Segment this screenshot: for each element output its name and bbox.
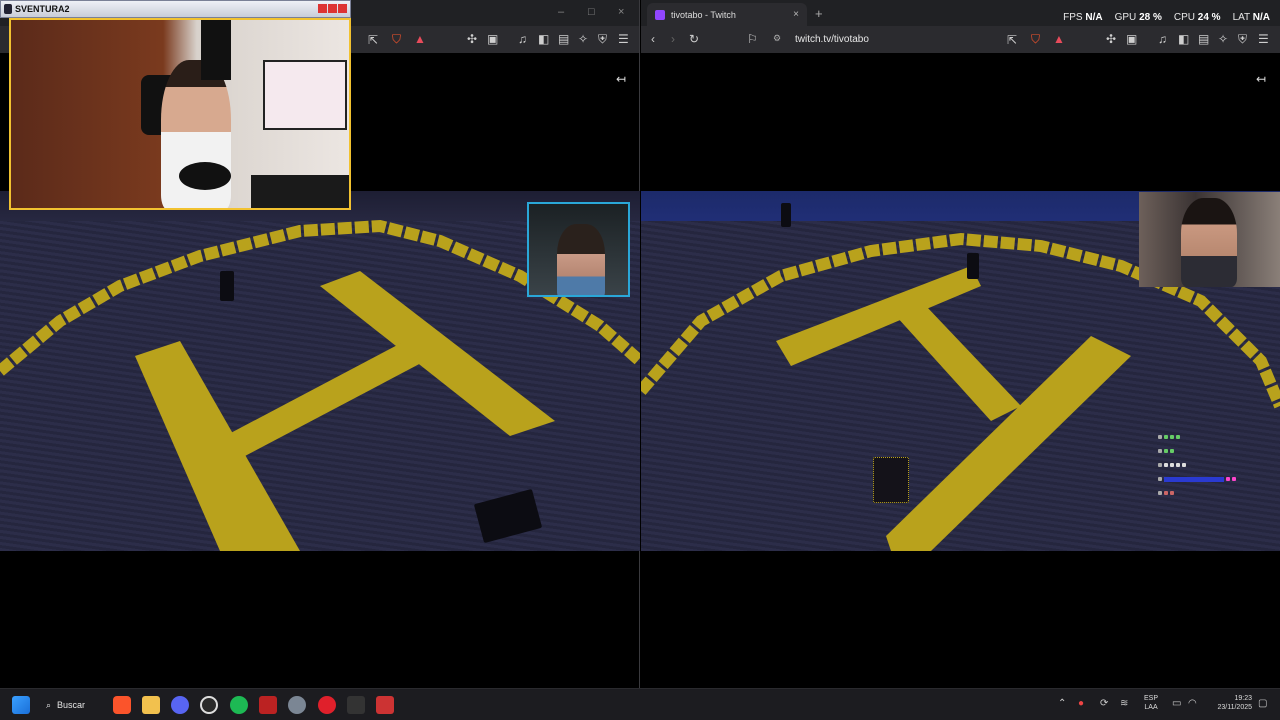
new-tab-button[interactable]: +: [815, 6, 823, 21]
reload-icon[interactable]: ↻: [689, 33, 699, 45]
chat-line: [1158, 488, 1268, 498]
chevron-up-icon[interactable]: ⌃: [1058, 698, 1066, 709]
window-controls: [318, 4, 347, 13]
tray-app-icon[interactable]: ●: [1078, 698, 1084, 709]
chat-line: [1158, 432, 1268, 442]
date: 23/11/2025: [1217, 704, 1252, 711]
brave-shield-icon[interactable]: ⛉: [1031, 33, 1040, 45]
collapse-sidebar-icon[interactable]: ↤: [1256, 72, 1266, 86]
cpu-stat: CPU 24 %: [1173, 12, 1221, 23]
search-box[interactable]: ⌕ Buscar: [46, 696, 85, 714]
wallet-icon[interactable]: ▤: [1198, 33, 1209, 45]
lat-stat: LAT N/A: [1232, 12, 1270, 23]
spotify-icon[interactable]: [230, 696, 248, 714]
app-icon[interactable]: [376, 696, 394, 714]
extensions-icon[interactable]: ✣: [1106, 33, 1116, 45]
obs-icon[interactable]: [200, 696, 218, 714]
notification-icon[interactable]: ▢: [1258, 698, 1267, 709]
search-icon: ⌕: [46, 699, 52, 710]
minimize-button[interactable]: –: [558, 6, 564, 18]
tab-title: tivotabo - Twitch: [671, 9, 736, 20]
desk-equipment: [251, 175, 349, 208]
maximize-button[interactable]: □: [588, 6, 595, 18]
tab-icon[interactable]: ▣: [1126, 33, 1137, 45]
wallet-icon[interactable]: ▤: [558, 33, 569, 45]
sidebar-icon[interactable]: ◧: [538, 33, 549, 45]
desktop: – □ × ⇱ ⛉ ▲ ✣ ▣ ♫ ◧ ▤ ✧ ⛨ ☰ ↤ tivotabo -…: [0, 0, 1280, 720]
search-label: Buscar: [57, 700, 86, 710]
wifi-icon[interactable]: ◠: [1188, 698, 1197, 709]
wall-poster: [263, 60, 347, 130]
sidebar-icon[interactable]: ◧: [1178, 33, 1189, 45]
brave-rewards-icon[interactable]: ▲: [1053, 33, 1065, 45]
sync-icon[interactable]: ⟳: [1100, 698, 1108, 709]
chat-line: [1158, 460, 1268, 470]
chat-overlay: [1158, 432, 1268, 502]
chat-line: [1158, 474, 1268, 484]
minimize-button[interactable]: [318, 4, 327, 13]
window-title: SVENTURA2: [15, 4, 70, 14]
streamer-webcam-main: [9, 18, 351, 210]
tab-close-icon[interactable]: ×: [793, 9, 799, 20]
maximize-button[interactable]: [328, 4, 337, 13]
microphone: [179, 162, 231, 190]
streamer-person: [557, 224, 605, 295]
discord-icon[interactable]: [171, 696, 189, 714]
brave-rewards-icon[interactable]: ▲: [414, 33, 426, 45]
share-icon[interactable]: ⇱: [368, 34, 378, 46]
tab-icon[interactable]: ▣: [487, 33, 498, 45]
close-button[interactable]: ×: [618, 6, 624, 18]
right-address-bar: ‹ › ↻ ⚐ ⚙ twitch.tv/tivotabo ⇱ ⛉ ▲ ✣ ▣ ♫…: [641, 26, 1280, 53]
brave-icon[interactable]: [113, 696, 131, 714]
url-field[interactable]: twitch.tv/tivotabo: [795, 34, 869, 45]
fps-stat: FPS N/A: [1063, 12, 1103, 23]
forward-icon[interactable]: ›: [671, 33, 675, 45]
leo-icon[interactable]: ✧: [578, 33, 588, 45]
tab-twitch[interactable]: tivotabo - Twitch ×: [647, 3, 807, 26]
epic-games-icon[interactable]: [347, 696, 365, 714]
streamer-person: [1181, 198, 1237, 287]
music-icon[interactable]: ♫: [1158, 33, 1167, 45]
vpn-icon[interactable]: ⛨: [1238, 33, 1247, 45]
clock[interactable]: 19:23 23/11/2025: [1208, 694, 1252, 712]
settings-icon[interactable]: [288, 696, 306, 714]
leo-icon[interactable]: ✧: [1218, 33, 1228, 45]
music-icon[interactable]: ♫: [518, 33, 527, 45]
close-button[interactable]: [338, 4, 347, 13]
menu-icon[interactable]: ☰: [1258, 33, 1269, 45]
monitor-icon[interactable]: ▭: [1172, 698, 1181, 709]
streamer-webcam-small: [527, 202, 630, 297]
streamer-webcam-right: [1139, 192, 1280, 287]
collapse-sidebar-icon[interactable]: ↤: [616, 72, 626, 86]
menu-icon[interactable]: ☰: [618, 33, 629, 45]
vpn-icon[interactable]: ⛨: [598, 33, 607, 45]
brave-shield-icon[interactable]: ⛉: [392, 33, 401, 45]
voicemeeter-icon[interactable]: [259, 696, 277, 714]
player-figure: [220, 271, 234, 301]
extensions-icon[interactable]: ✣: [467, 33, 477, 45]
windows-start-icon[interactable]: [12, 696, 30, 714]
player-figure: [967, 253, 979, 279]
obs-projector-titlebar[interactable]: SVENTURA2: [0, 0, 351, 18]
speaker: [201, 20, 231, 80]
language-indicator[interactable]: ESP LAA: [1144, 694, 1158, 712]
player-figure: [873, 457, 909, 503]
time: 19:23: [1234, 695, 1252, 702]
twitch-icon: [655, 9, 665, 20]
player-figure: [781, 203, 791, 227]
bookmark-icon[interactable]: ⚐: [747, 33, 758, 45]
opera-icon[interactable]: [318, 696, 336, 714]
network-icon[interactable]: ≋: [1120, 698, 1128, 709]
site-info-icon[interactable]: ⚙: [773, 34, 781, 43]
app-icon: [4, 4, 12, 14]
back-icon[interactable]: ‹: [651, 33, 655, 45]
gpu-stat: GPU 28 %: [1114, 12, 1162, 23]
chat-line: [1158, 446, 1268, 456]
file-explorer-icon[interactable]: [142, 696, 160, 714]
share-icon[interactable]: ⇱: [1007, 34, 1017, 46]
performance-overlay: FPS N/A GPU 28 % CPU 24 % LAT N/A: [1063, 12, 1270, 23]
taskbar: ⌕ Buscar ⌃ ● ⟳ ≋ ▭ ◠ ▢: [0, 688, 1280, 720]
